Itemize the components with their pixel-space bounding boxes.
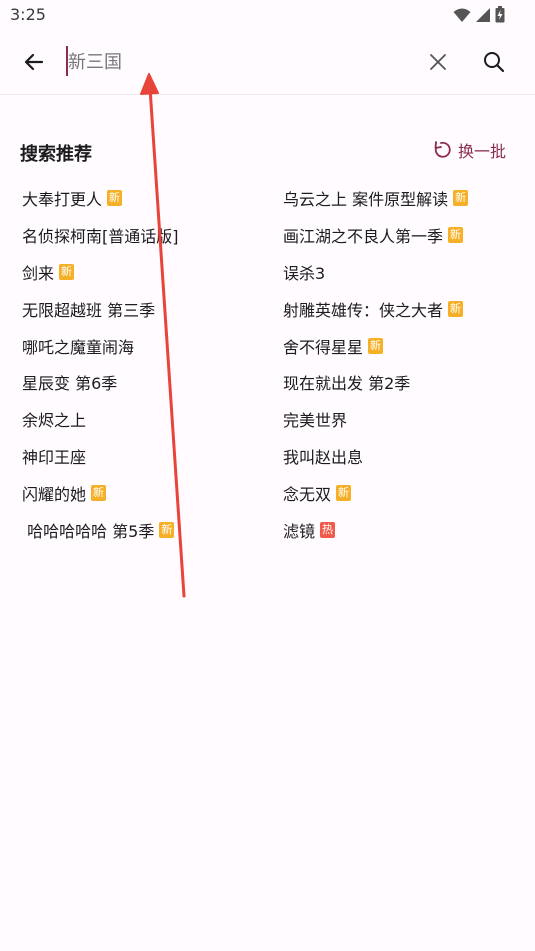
new-badge: 新 [368, 337, 384, 354]
list-item[interactable]: 神印王座 [22, 438, 179, 475]
wifi-icon [453, 8, 471, 22]
list-item[interactable]: 完美世界 [283, 401, 468, 438]
list-item[interactable]: 念无双新 [283, 474, 468, 511]
clear-icon [430, 54, 446, 70]
status-icons [453, 6, 505, 23]
new-badge: 新 [448, 300, 464, 317]
status-time: 3:25 [10, 5, 46, 24]
list-item[interactable]: 误杀3 [283, 254, 468, 291]
new-badge: 新 [448, 227, 464, 244]
new-badge: 新 [453, 190, 469, 207]
back-button[interactable] [14, 44, 54, 80]
list-item[interactable]: 我叫赵出息 [283, 438, 468, 475]
back-arrow-icon [24, 53, 44, 71]
search-button[interactable] [476, 44, 512, 80]
list-item[interactable]: 大奉打更人新 [22, 180, 179, 217]
list-item[interactable]: 名侦探柯南[普通话版] [22, 217, 179, 254]
list-item[interactable]: 乌云之上 案件原型解读新 [283, 180, 469, 217]
new-badge: 新 [159, 521, 175, 538]
refresh-button[interactable]: 换一批 [430, 138, 506, 162]
list-item[interactable]: 现在就出发 第2季 [283, 364, 468, 401]
clear-button[interactable] [420, 44, 456, 80]
hot-badge: 热 [320, 521, 336, 538]
new-badge: 新 [107, 190, 123, 207]
new-badge: 新 [59, 263, 75, 280]
recommend-list-right: 乌云之上 案件原型解读新 画江湖之不良人第一季新 误杀3 射雕英雄传：侠之大者新… [283, 180, 469, 548]
search-bar [0, 30, 535, 95]
section-title: 搜索推荐 [20, 144, 92, 165]
list-item[interactable]: 射雕英雄传：侠之大者新 [283, 290, 468, 327]
refresh-label: 换一批 [458, 142, 507, 161]
status-bar: 3:25 [0, 0, 535, 30]
list-item[interactable]: 哪吒之魔童闹海 [22, 327, 179, 364]
new-badge: 新 [91, 484, 107, 501]
search-input[interactable] [66, 46, 408, 78]
text-cursor [66, 46, 68, 76]
list-item[interactable]: 余烬之上 [22, 401, 179, 438]
recommend-list-left: 大奉打更人新 名侦探柯南[普通话版] 剑来新 无限超越班 第三季 哪吒之魔童闹海… [22, 180, 179, 548]
battery-icon [495, 6, 505, 23]
list-item[interactable]: 闪耀的她新 [22, 474, 179, 511]
new-badge: 新 [336, 484, 352, 501]
refresh-icon [434, 141, 451, 158]
signal-icon [476, 7, 490, 22]
list-item[interactable]: 哈哈哈哈哈 第5季新 [22, 511, 179, 548]
list-item[interactable]: 星辰变 第6季 [22, 364, 179, 401]
list-item[interactable]: 舍不得星星新 [283, 327, 468, 364]
list-item[interactable]: 滤镜热 [283, 511, 468, 548]
list-item[interactable]: 画江湖之不良人第一季新 [283, 217, 468, 254]
search-icon [484, 52, 505, 73]
list-item[interactable]: 无限超越班 第三季 [22, 290, 179, 327]
list-item[interactable]: 剑来新 [22, 254, 179, 291]
